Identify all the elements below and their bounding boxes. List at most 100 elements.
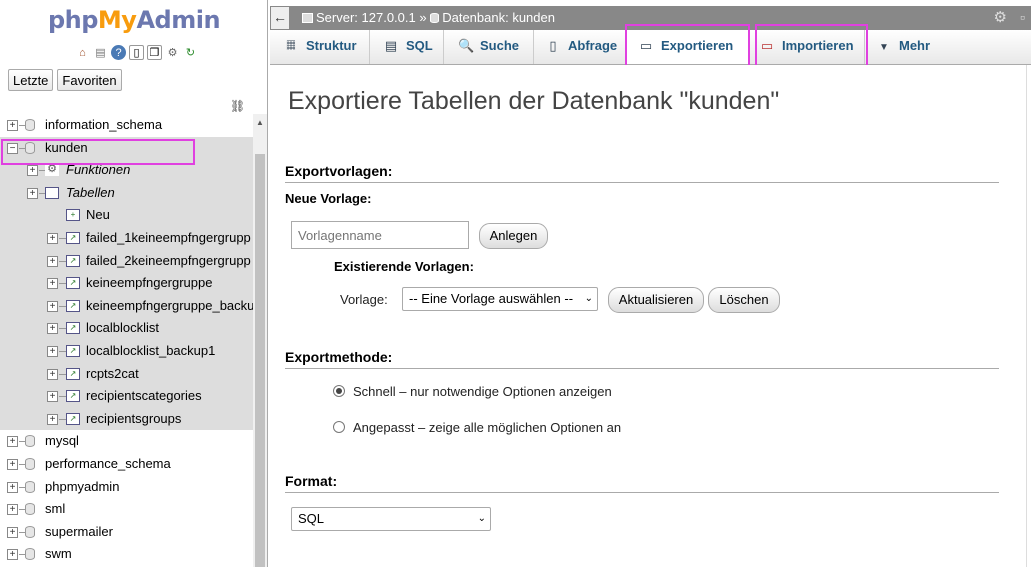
tree-database-item[interactable]: + swm [0,543,253,566]
tree-item-label[interactable]: localblocklist [86,317,159,339]
tree-connector [59,418,66,420]
docs-icon[interactable]: ▯ [129,45,144,60]
template-select[interactable]: -- Eine Vorlage auswählen -- ⌄ [402,287,598,311]
expand-icon[interactable]: + [7,481,18,493]
database-icon [25,525,35,538]
breadcrumb-server[interactable]: Server: 127.0.0.1 [316,10,416,25]
tab-sql[interactable]: ▤ SQL [370,30,444,64]
format-select[interactable]: SQL ⌄ [291,507,491,531]
tree-item-label[interactable]: rcpts2cat [86,363,139,385]
tree-table-item[interactable]: + ↗ recipientscategories [0,385,253,408]
tree-item-label[interactable]: Tabellen [66,182,115,204]
quick-method-label[interactable]: Schnell – nur notwendige Optionen anzeig… [353,384,612,399]
delete-template-button[interactable]: Löschen [708,287,780,313]
tree-item-label[interactable]: keineempfngergruppe [86,272,212,294]
reload-icon[interactable]: ↻ [183,45,198,60]
copy-icon[interactable]: ❐ [147,45,162,60]
tree-item-label[interactable]: sml [45,498,65,520]
link-icon[interactable]: ⛓ [230,99,245,113]
tab-structure[interactable]: 𝄜 Struktur [270,30,370,64]
tree-item-label[interactable]: mysql [45,430,79,452]
expand-icon[interactable]: + [27,165,38,177]
home-icon[interactable]: ⌂ [75,45,90,60]
templates-heading: Exportvorlagen: [285,163,999,183]
tree-item-label[interactable]: phpmyadmin [45,476,119,498]
phpmyadmin-logo[interactable]: phpMyAdmin [0,6,267,34]
tree-item-label[interactable]: keineempfngergruppe_backu [86,295,254,317]
close-icon[interactable]: ▫ [1020,9,1025,25]
expand-icon[interactable]: + [7,526,18,538]
tree-database-item[interactable]: + supermailer [0,521,253,544]
query-icon: ▯ [549,38,557,53]
tree-table-item[interactable]: + ↗ failed_2keineempfngergrupp [0,249,253,273]
expand-icon[interactable]: + [47,278,58,290]
table-icon: ↗ [66,322,80,335]
gear-icon[interactable]: ⚙ [165,45,180,60]
tree-item-label[interactable]: failed_2keineempfngergrupp [86,250,251,272]
tree-database-item[interactable]: + mysql [0,430,253,453]
tree-database-item[interactable]: + phpmyadmin [0,476,253,499]
tree-item-label[interactable]: localblocklist_backup1 [86,340,215,362]
expand-icon[interactable]: + [47,300,58,312]
tree-table-item[interactable]: + ↗ keineempfngergruppe [0,272,253,295]
scrollbar-thumb[interactable] [255,154,265,567]
tree-table-item[interactable]: + ↗ rcpts2cat [0,362,253,386]
expand-icon[interactable]: + [47,345,58,357]
tree-item-label[interactable]: performance_schema [45,453,171,475]
custom-method-radio[interactable] [333,421,345,433]
expand-icon[interactable]: + [47,232,58,244]
tree-database-item[interactable]: + information_schema [0,114,253,137]
expand-icon[interactable]: + [7,436,18,448]
tab-more[interactable]: ▼ Mehr [865,30,945,64]
tab-query[interactable]: ▯ Abfrage [534,30,627,64]
breadcrumb-database[interactable]: Datenbank: kunden [442,10,555,25]
table-icon: ↗ [66,277,80,290]
expand-icon[interactable]: + [47,368,58,380]
collapse-nav-button[interactable]: ← [270,6,290,30]
table-icon: ↗ [66,367,80,380]
tree-connector [59,328,66,330]
tree-item-label[interactable]: swm [45,543,72,565]
expand-icon[interactable]: + [47,391,58,403]
custom-method-label[interactable]: Angepasst – zeige alle möglichen Optione… [353,420,621,435]
expand-icon[interactable]: + [7,458,18,470]
tree-table-item[interactable]: + ↗ failed_1keineempfngergrupp [0,226,253,250]
tree-item[interactable]: + Neu [0,204,253,227]
logout-icon[interactable]: ▤ [93,45,108,60]
tree-item-label[interactable]: information_schema [45,114,162,136]
tree-item-label[interactable]: recipientscategories [86,385,202,407]
table-icon: ↗ [66,412,80,425]
tree-database-item[interactable]: + sml [0,498,253,521]
tree-table-item[interactable]: + ↗ localblocklist [0,317,253,340]
tree-database-item[interactable]: + performance_schema [0,453,253,476]
create-template-button[interactable]: Anlegen [479,223,548,249]
tree-connector [59,260,66,262]
tree-item-label[interactable]: supermailer [45,521,113,543]
help-icon[interactable]: ? [111,45,126,60]
settings-icon[interactable]: ⚙ [994,8,1007,26]
expand-icon[interactable]: + [7,120,18,131]
update-template-button[interactable]: Aktualisieren [608,287,704,313]
expand-icon[interactable]: + [47,255,58,267]
expand-icon[interactable]: + [47,323,58,335]
tree-table-item[interactable]: + ↗ recipientsgroups [0,407,253,431]
expand-icon[interactable]: + [27,187,38,199]
scroll-up-icon[interactable]: ▲ [256,118,264,127]
quick-method-radio[interactable] [333,385,345,397]
tree-item-label[interactable]: failed_1keineempfngergrupp [86,227,251,249]
favorites-button[interactable]: Favoriten [57,69,122,91]
recent-button[interactable]: Letzte [8,69,54,91]
tab-search[interactable]: 🔍 Suche [444,30,534,64]
tree-table-item[interactable]: + ↗ keineempfngergruppe_backu [0,294,254,318]
tree-item[interactable]: + Tabellen [0,181,253,205]
tree-item-label[interactable]: recipientsgroups [86,408,181,430]
tree-item-label[interactable]: Neu [86,204,110,226]
tree-table-item[interactable]: + ↗ localblocklist_backup1 [0,339,253,363]
nav-scrollbar[interactable]: ▲ [253,114,267,567]
content-border [1026,65,1027,567]
tree-connector [59,373,66,375]
expand-icon[interactable]: + [47,413,58,425]
template-name-input[interactable] [291,221,469,249]
expand-icon[interactable]: + [7,504,18,516]
expand-icon[interactable]: + [7,549,18,561]
